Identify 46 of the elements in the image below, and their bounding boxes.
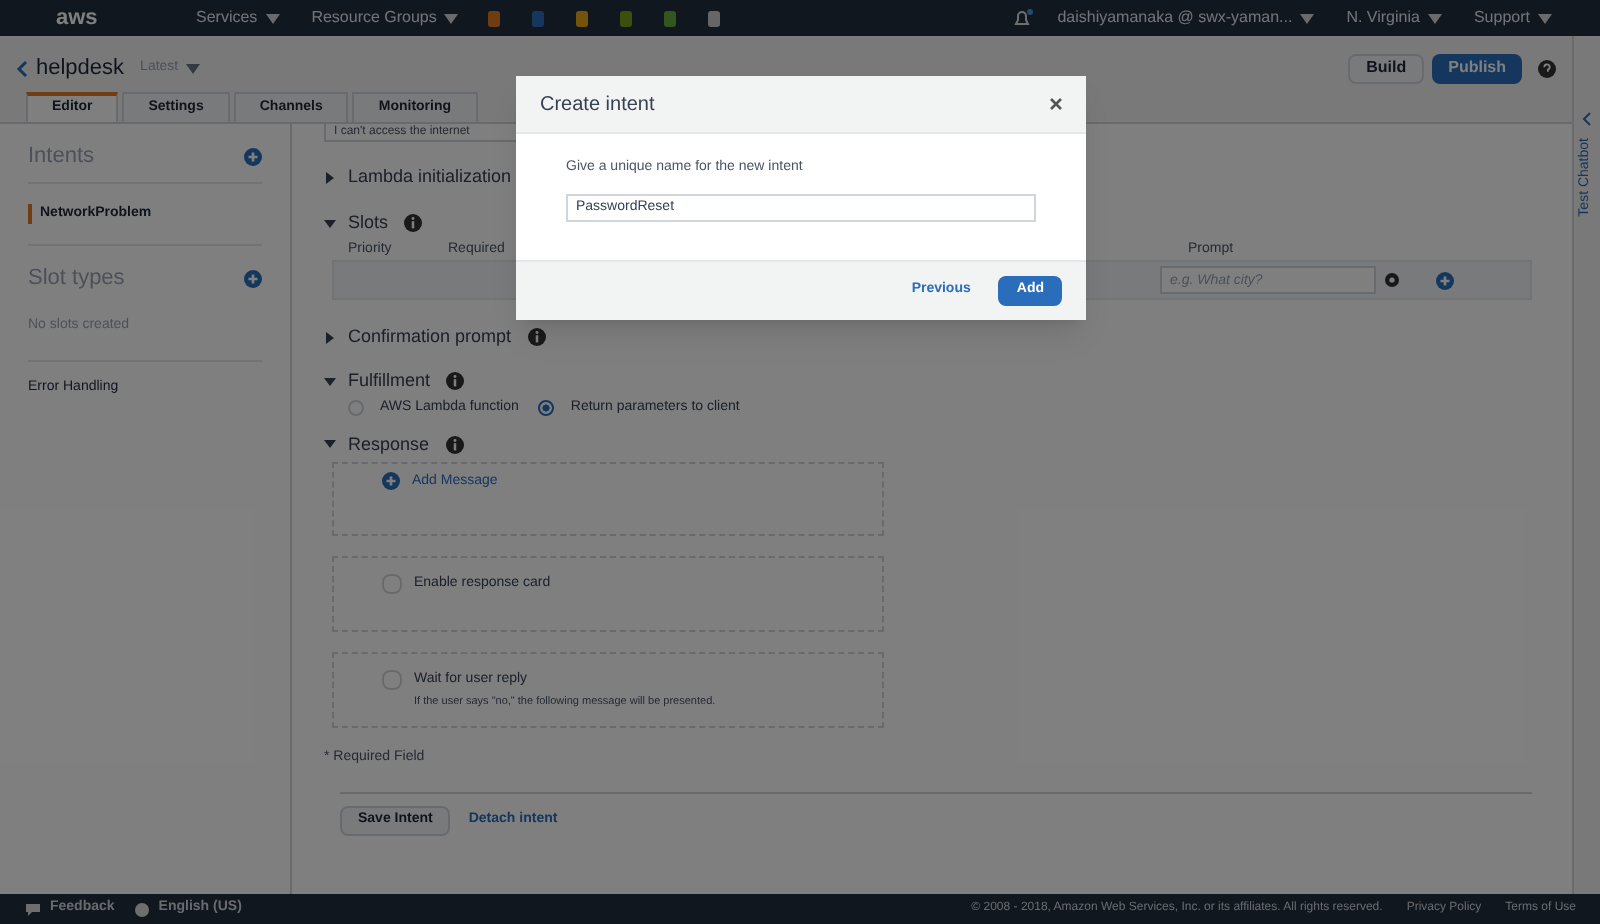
service-shortcut-icon[interactable] <box>662 9 679 27</box>
info-icon[interactable] <box>446 372 465 390</box>
info-icon[interactable] <box>527 328 546 346</box>
radio-button[interactable] <box>538 400 555 417</box>
caret-icon <box>1427 13 1442 23</box>
section-title: Response <box>348 433 430 455</box>
close-icon[interactable] <box>1050 98 1062 110</box>
publish-button[interactable]: Publish <box>1432 53 1522 84</box>
resource-groups-menu[interactable]: Resource Groups <box>311 6 459 30</box>
collapse-icon[interactable] <box>324 375 336 387</box>
add-message-icon[interactable] <box>382 471 400 489</box>
service-shortcut-icon[interactable] <box>706 9 723 27</box>
support-menu[interactable]: Support <box>1473 6 1552 30</box>
collapse-icon[interactable] <box>324 438 336 450</box>
services-menu[interactable]: Services <box>196 6 280 30</box>
caret-icon <box>186 63 201 74</box>
add-slot-type-icon[interactable] <box>244 269 262 288</box>
caret-icon <box>1300 13 1315 23</box>
dialog-title: Create intent <box>540 91 655 119</box>
help-icon[interactable] <box>1538 59 1556 78</box>
bot-name: helpdesk <box>36 54 125 84</box>
section-title: Fulfillment <box>348 370 431 392</box>
section-title: Slots <box>348 212 389 234</box>
service-shortcut-icon[interactable] <box>574 9 591 27</box>
collapse-icon[interactable] <box>324 217 336 229</box>
service-shortcut-icon[interactable] <box>618 9 635 27</box>
info-icon[interactable] <box>404 214 423 232</box>
logo[interactable]: aws <box>56 1 156 35</box>
add-intent-icon[interactable] <box>244 147 262 166</box>
chevron-left-icon[interactable] <box>1582 112 1592 126</box>
back-icon[interactable] <box>16 59 28 78</box>
add-slot-icon[interactable] <box>1436 271 1454 289</box>
bell-icon[interactable] <box>1011 8 1034 28</box>
info-icon[interactable] <box>445 435 464 453</box>
speech-bubble-icon[interactable] <box>24 901 42 917</box>
caret-icon <box>444 13 459 23</box>
section-title: Lambda initialization <box>348 166 512 188</box>
service-shortcut-icon[interactable] <box>486 9 503 27</box>
account-menu[interactable]: daishiyamanaka @ swx-yaman... <box>1057 6 1315 30</box>
region-menu[interactable]: N. Virginia <box>1346 6 1442 30</box>
expand-icon[interactable] <box>324 331 336 343</box>
section-title: Confirmation prompt <box>348 326 512 348</box>
caret-icon <box>1538 13 1552 23</box>
build-button[interactable]: Build <box>1348 53 1425 84</box>
expand-icon[interactable] <box>324 171 336 183</box>
caret-icon <box>265 13 280 23</box>
